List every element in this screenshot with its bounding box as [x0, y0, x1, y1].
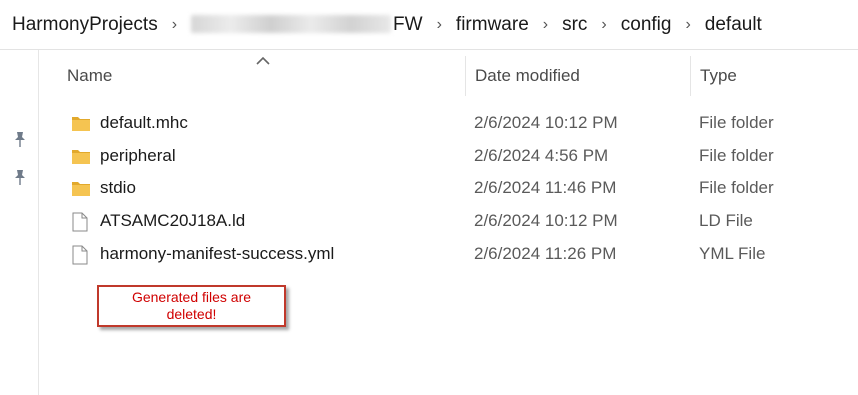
file-date: 2/6/2024 4:56 PM — [474, 146, 609, 165]
file-row[interactable]: harmony-manifest-success.yml 2/6/2024 11… — [40, 238, 858, 270]
file-date: 2/6/2024 10:12 PM — [474, 211, 618, 230]
file-row[interactable]: peripheral 2/6/2024 4:56 PM File folder — [40, 140, 858, 172]
breadcrumb-default[interactable]: default — [703, 14, 764, 36]
folder-icon — [71, 114, 91, 137]
file-icon — [71, 245, 89, 270]
file-type: File folder — [699, 146, 774, 165]
annotation-text: Generated files are deleted! — [131, 289, 252, 322]
column-header-name[interactable]: Name — [67, 56, 463, 96]
column-header-date-modified[interactable]: Date modified — [475, 56, 687, 96]
breadcrumb-fw-label: FW — [393, 13, 423, 35]
column-header-type-label: Type — [700, 66, 737, 85]
file-name: harmony-manifest-success.yml — [100, 244, 335, 263]
folder-icon — [71, 179, 91, 202]
column-header-name-label: Name — [67, 66, 113, 85]
column-header-type[interactable]: Type — [700, 56, 850, 96]
chevron-right-icon[interactable]: › — [589, 16, 618, 34]
annotation-callout: Generated files are deleted! — [97, 285, 286, 327]
file-row[interactable]: stdio 2/6/2024 11:46 PM File folder — [40, 172, 858, 204]
breadcrumb-src[interactable]: src — [560, 14, 589, 36]
chevron-right-icon[interactable]: › — [425, 16, 454, 34]
file-name: default.mhc — [100, 113, 188, 132]
navigation-pane — [0, 50, 39, 395]
file-row[interactable]: ATSAMC20J18A.ld 2/6/2024 10:12 PM LD Fil… — [40, 205, 858, 237]
redacted-text-icon — [191, 15, 392, 34]
chevron-right-icon[interactable]: › — [673, 16, 702, 34]
file-date: 2/6/2024 11:26 PM — [474, 244, 617, 263]
file-date: 2/6/2024 10:12 PM — [474, 113, 618, 132]
column-divider[interactable] — [690, 56, 691, 96]
chevron-right-icon[interactable]: › — [160, 16, 189, 34]
breadcrumb-harmonyprojects[interactable]: HarmonyProjects — [10, 14, 160, 36]
file-icon — [71, 212, 89, 237]
file-type: File folder — [699, 178, 774, 197]
breadcrumb-config[interactable]: config — [619, 14, 674, 36]
file-type: File folder — [699, 113, 774, 132]
file-name: peripheral — [100, 146, 176, 165]
folder-icon — [71, 147, 91, 170]
address-bar[interactable]: HarmonyProjects › FW › firmware › src › … — [0, 0, 858, 50]
chevron-right-icon[interactable]: › — [531, 16, 560, 34]
file-date: 2/6/2024 11:46 PM — [474, 178, 617, 197]
file-name: stdio — [100, 178, 136, 197]
pin-icon[interactable] — [12, 130, 28, 148]
column-divider[interactable] — [465, 56, 466, 96]
file-type: LD File — [699, 211, 753, 230]
pin-icon[interactable] — [12, 168, 28, 186]
breadcrumb-firmware[interactable]: firmware — [454, 14, 531, 36]
breadcrumb-project-fw[interactable]: FW — [189, 14, 425, 36]
file-row[interactable]: default.mhc 2/6/2024 10:12 PM File folde… — [40, 107, 858, 139]
file-type: YML File — [699, 244, 766, 263]
file-name: ATSAMC20J18A.ld — [100, 211, 246, 230]
column-header-date-label: Date modified — [475, 66, 580, 85]
